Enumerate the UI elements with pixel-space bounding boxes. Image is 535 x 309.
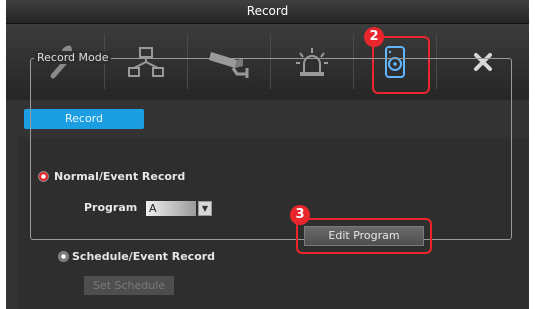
- program-select[interactable]: A: [146, 201, 196, 216]
- annotation-badge: 2: [364, 27, 384, 47]
- normal-event-radio[interactable]: [38, 171, 49, 182]
- edit-program-button[interactable]: Edit Program: [304, 226, 424, 246]
- record-window: Record 2 Record Record Mode Normal/Event…: [6, 0, 529, 309]
- schedule-event-label: Schedule/Event Record: [72, 250, 216, 263]
- chevron-down-icon[interactable]: ▼: [198, 201, 212, 216]
- program-label: Program: [84, 201, 138, 214]
- set-schedule-button[interactable]: Set Schedule: [84, 276, 174, 295]
- window-title: Record: [6, 0, 529, 24]
- annotation-badge: 3: [290, 205, 310, 225]
- record-mode-legend: Record Mode: [34, 51, 112, 64]
- schedule-event-radio[interactable]: [58, 251, 69, 262]
- normal-event-label: Normal/Event Record: [54, 170, 186, 183]
